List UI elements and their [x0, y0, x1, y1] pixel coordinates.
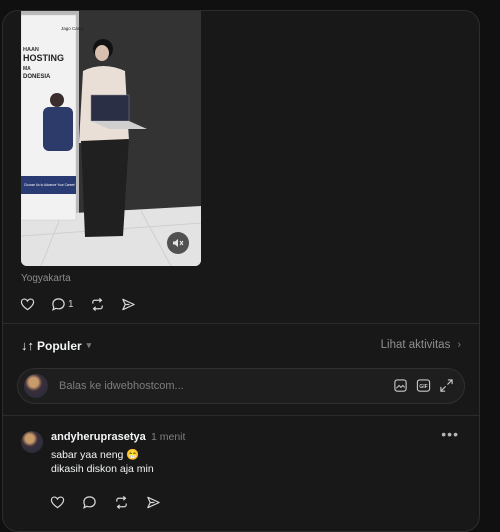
- heart-icon: [20, 297, 35, 310]
- thread-panel: Jago Camp HAAN HOSTING MA DONESIA Choose…: [2, 10, 480, 532]
- expand-button[interactable]: [438, 377, 454, 393]
- reply-text-line: sabar yaa neng 😁: [51, 449, 140, 461]
- repost-button[interactable]: [90, 297, 105, 312]
- mute-button[interactable]: [167, 232, 189, 254]
- chevron-down-icon: ▾: [86, 340, 92, 350]
- banner-line-2: HOSTING: [23, 53, 64, 63]
- sort-label: Populer: [37, 338, 82, 353]
- share-button[interactable]: [146, 495, 161, 510]
- reply-text-line: dikasih diskon aja min: [51, 463, 154, 475]
- attach-image-button[interactable]: [392, 377, 408, 393]
- chevron-right-icon: ›: [457, 339, 461, 351]
- view-activity-label: Lihat aktivitas: [380, 339, 451, 351]
- avatar[interactable]: [21, 431, 43, 453]
- image-icon: [393, 378, 407, 392]
- reply-username[interactable]: andyheruprasetya: [51, 431, 146, 443]
- reply-item: andyheruprasetya 1 menit ••• sabar yaa n…: [21, 426, 461, 521]
- share-button[interactable]: [121, 297, 136, 312]
- reply-input[interactable]: Balas ke idwebhostcom...: [59, 380, 184, 392]
- gif-icon: GIF: [416, 378, 430, 392]
- reply-button[interactable]: [82, 495, 97, 510]
- sort-icon: ↓↑: [21, 338, 34, 353]
- section-divider: [3, 415, 479, 416]
- view-activity-link[interactable]: Lihat aktivitas ›: [381, 339, 461, 351]
- post-actions: 1: [20, 294, 152, 314]
- reply-timestamp[interactable]: 1 menit: [151, 431, 185, 443]
- repost-button[interactable]: [114, 495, 129, 510]
- banner-line-3: MA: [23, 66, 31, 72]
- repost-icon: [91, 297, 103, 311]
- like-button[interactable]: [20, 297, 35, 312]
- gif-button[interactable]: GIF: [415, 377, 431, 393]
- reply-button[interactable]: 1: [51, 297, 74, 312]
- comment-icon: [52, 297, 65, 311]
- reply-actions: [50, 495, 178, 510]
- repost-icon: [116, 495, 127, 510]
- current-user-avatar: [24, 374, 48, 398]
- banner-tagline: Choose Us to Advance Your Career!: [24, 183, 75, 187]
- comment-icon: [83, 496, 96, 509]
- svg-text:GIF: GIF: [419, 383, 428, 389]
- banner-line-4: DONESIA: [23, 74, 51, 80]
- svg-text:Jago Camp: Jago Camp: [61, 26, 85, 31]
- section-divider: [3, 323, 479, 324]
- sort-dropdown[interactable]: ↓↑ Populer ▾: [21, 338, 91, 353]
- heart-icon: [50, 496, 65, 509]
- expand-icon: [439, 378, 453, 392]
- more-icon[interactable]: •••: [441, 426, 459, 442]
- like-button[interactable]: [50, 495, 65, 510]
- reply-tools: GIF: [385, 377, 454, 393]
- send-icon: [147, 496, 160, 509]
- reply-count: 1: [68, 298, 74, 310]
- post-video[interactable]: Jago Camp HAAN HOSTING MA DONESIA Choose…: [21, 11, 201, 266]
- video-frame: Jago Camp HAAN HOSTING MA DONESIA Choose…: [21, 11, 201, 266]
- post-location: Yogyakarta: [21, 273, 71, 284]
- send-icon: [121, 298, 135, 310]
- muted-speaker-icon: [173, 239, 184, 247]
- reply-composer[interactable]: Balas ke idwebhostcom... GIF: [17, 368, 465, 404]
